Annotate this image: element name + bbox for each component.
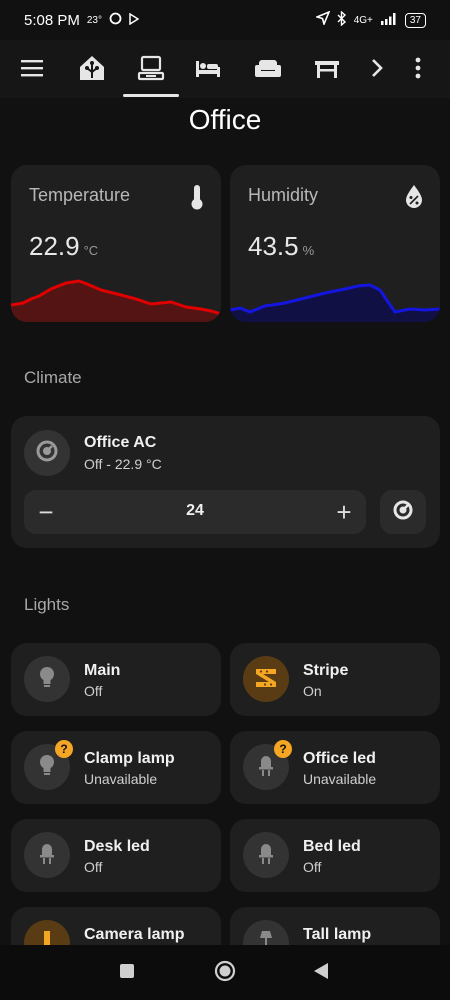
sensor-value: 43.5% [248, 231, 314, 262]
target-temperature: 24 [186, 502, 204, 519]
menu-button[interactable] [10, 48, 54, 92]
thermostat-icon [392, 499, 414, 526]
sensor-name: Humidity [248, 185, 319, 205]
led-strip-icon [253, 665, 279, 694]
square-icon [119, 963, 135, 984]
lights-section-title: Lights [24, 595, 70, 614]
home-button[interactable] [207, 955, 243, 991]
recents-button[interactable] [109, 955, 145, 991]
tab-bedroom[interactable] [186, 48, 230, 92]
temperature-card[interactable]: Temperature 22.9 °C [11, 165, 221, 322]
entity-name: Tall lamp [303, 926, 372, 943]
tab-home[interactable] [70, 48, 114, 92]
thermometer-icon [189, 183, 205, 216]
entity-state: On [303, 683, 322, 699]
more-vert-icon [414, 57, 422, 84]
circle-home-icon [214, 960, 236, 987]
led-icon [38, 841, 56, 870]
chevron-right-icon [370, 58, 384, 83]
led-icon [257, 841, 275, 870]
sensor-reading: 22.9 [29, 231, 80, 261]
temperature-sparkline [11, 279, 221, 322]
entity-name: Main [84, 662, 121, 679]
plus-icon: + [336, 496, 352, 527]
sensor-reading: 43.5 [248, 231, 299, 261]
bed-icon [194, 54, 222, 87]
entity-state: Off - 22.9 °C [84, 456, 162, 472]
table-icon [313, 54, 341, 87]
increase-button[interactable]: + [322, 490, 366, 534]
entity-name: Bed led [303, 838, 361, 855]
lightbulb-icon [37, 665, 57, 694]
bluetooth-icon [337, 9, 347, 30]
hvac-mode-button[interactable] [380, 490, 426, 534]
climate-section-title: Climate [24, 368, 82, 387]
back-button[interactable] [303, 955, 339, 991]
menu-icon [20, 58, 44, 83]
led-icon [257, 753, 275, 782]
sensor-value: 22.9 °C [29, 231, 98, 262]
sensor-unit: °C [83, 243, 99, 258]
sensor-name: Temperature [29, 185, 131, 205]
sensor-unit: % [302, 243, 315, 258]
status-bar: 5:08 PM 23° 4G+ 37 [0, 0, 450, 40]
light-toggle[interactable] [24, 656, 70, 702]
entity-state: Unavailable [84, 771, 158, 787]
lightbulb-icon [37, 753, 57, 782]
entity-state: Off [303, 859, 322, 875]
tab-dining[interactable] [305, 48, 349, 92]
entity-state: Off [84, 859, 103, 875]
back-triangle-icon [313, 962, 329, 985]
active-tab-indicator [123, 94, 179, 97]
entity-name: Office led [303, 750, 376, 767]
light-toggle[interactable] [243, 832, 289, 878]
home-assistant-icon [78, 54, 106, 87]
location-icon [314, 10, 331, 29]
entity-name: Stripe [303, 662, 349, 679]
entity-name: Clamp lamp [84, 750, 175, 767]
play-status-icon [129, 12, 140, 29]
tab-living-room[interactable] [246, 48, 290, 92]
ac-icon-button[interactable] [24, 430, 70, 476]
humidity-sparkline [230, 283, 440, 322]
thermostat-icon [35, 439, 59, 468]
entity-name: Desk led [84, 838, 150, 855]
unavailable-badge: ? [55, 740, 73, 758]
system-nav-bar [0, 945, 450, 1000]
clock: 5:08 PM [24, 11, 80, 29]
overflow-menu-button[interactable] [396, 48, 440, 92]
circle-status-icon [109, 12, 122, 29]
page-title: Office [188, 104, 262, 135]
signal-icon [380, 12, 398, 29]
entity-name: Camera lamp [84, 926, 185, 943]
target-temp-stepper: − 24 + [24, 490, 366, 534]
weather-temp: 23° [86, 14, 102, 26]
entity-name: Office AC [84, 434, 157, 451]
top-app-bar [0, 40, 450, 98]
entity-state: Off [84, 683, 103, 699]
water-percent-icon [404, 183, 424, 214]
entity-state: Unavailable [303, 771, 377, 787]
humidity-card[interactable]: Humidity 43.5% [230, 165, 440, 322]
tab-office[interactable] [129, 48, 173, 92]
battery-level: 37 [404, 12, 426, 28]
unavailable-badge: ? [274, 740, 292, 758]
light-toggle[interactable] [243, 656, 289, 702]
light-toggle[interactable] [24, 832, 70, 878]
desk-icon [137, 54, 165, 87]
network-type: 4G+ [353, 14, 373, 26]
sofa-icon [253, 54, 283, 87]
scroll-tabs-right-button[interactable] [355, 48, 399, 92]
